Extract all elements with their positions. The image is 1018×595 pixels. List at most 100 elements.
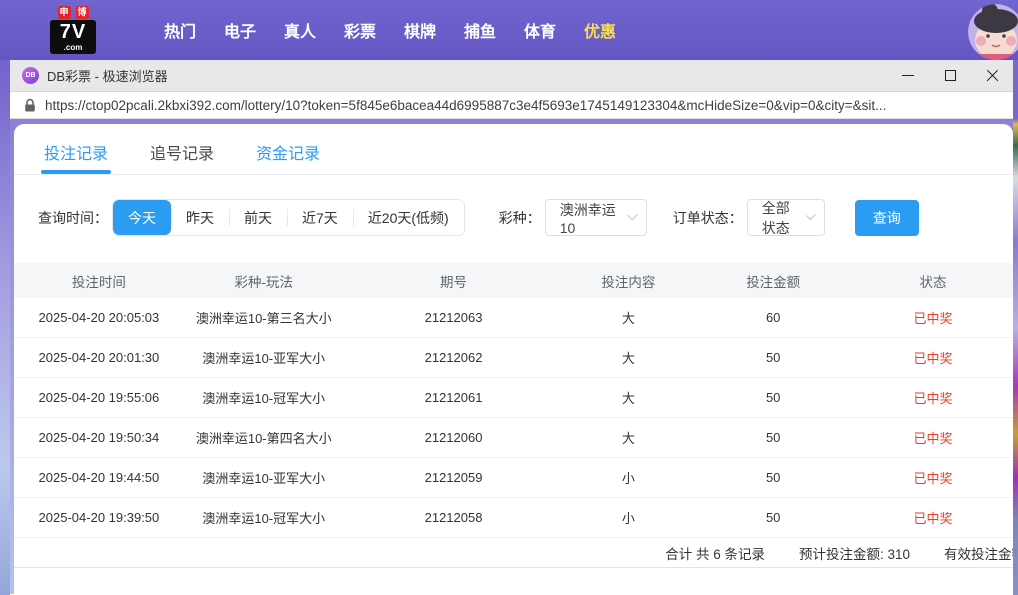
- minimize-button[interactable]: [887, 60, 929, 92]
- cell-game-play: 澳洲幸运10-冠军大小: [202, 511, 326, 526]
- tab-bet-records[interactable]: 投注记录: [40, 140, 112, 174]
- cell-bet-time: 2025-04-20 19:50:34: [38, 430, 160, 445]
- close-icon: [986, 69, 999, 82]
- cell-bet-time: 2025-04-20 19:39:50: [38, 510, 160, 525]
- column-header-3: 投注内容: [601, 274, 656, 290]
- cell-issue-number: 21212060: [424, 430, 483, 445]
- cell-bet-amount: 50: [765, 510, 781, 525]
- cell-game-play: 澳洲幸运10-第四名大小: [195, 431, 332, 446]
- column-header-0: 投注时间: [71, 274, 126, 290]
- lottery-select-value: 澳洲幸运10: [559, 201, 616, 236]
- cell-game-play: 澳洲幸运10-亚军大小: [202, 471, 326, 486]
- tab-fund-records[interactable]: 资金记录: [256, 140, 320, 174]
- order-status-select[interactable]: 全部状态: [746, 199, 825, 236]
- cell-game-play: 澳洲幸运10-第三名大小: [195, 311, 332, 326]
- nav-item-board-games[interactable]: 棋牌: [390, 18, 450, 42]
- cell-bet-time: 2025-04-20 19:44:50: [38, 470, 160, 485]
- time-option-last-20-days[interactable]: 近20天(低频): [352, 200, 464, 235]
- cell-issue-number: 21212062: [424, 350, 483, 365]
- cell-bet-amount: 50: [765, 430, 781, 445]
- nav-item-fishing[interactable]: 捕鱼: [450, 18, 510, 42]
- cell-status: 已中奖: [913, 511, 953, 526]
- records-card: 投注记录 追号记录 资金记录 查询时间： 今天 昨天 前天 近7天 近20天(低频) 彩种：…: [14, 124, 1013, 594]
- time-option-today[interactable]: 今天: [113, 200, 171, 235]
- time-option-yesterday[interactable]: 昨天: [171, 200, 229, 235]
- table-row: 2025-04-20 19:44:50 澳洲幸运10-亚军大小 21212059 小 5…: [14, 458, 1013, 498]
- cell-status: 已中奖: [913, 471, 953, 486]
- maximize-icon: [944, 70, 956, 81]
- background-page-sliver: [1013, 60, 1018, 595]
- cell-bet-time: 2025-04-20 20:01:30: [38, 350, 160, 365]
- browser-app-icon: DB: [22, 67, 39, 84]
- cell-bet-amount: 60: [765, 310, 781, 325]
- cell-bet-amount: 50: [765, 470, 781, 485]
- minimize-icon: [902, 75, 914, 76]
- cell-status: 已中奖: [913, 431, 953, 446]
- column-header-4: 投注金额: [746, 274, 801, 290]
- nav-item-hot[interactable]: 热门: [150, 18, 210, 42]
- cell-bet-time: 2025-04-20 19:55:06: [38, 390, 160, 405]
- cell-issue-number: 21212058: [424, 510, 483, 525]
- cell-bet-content: 大: [621, 311, 635, 326]
- nav-item-slots[interactable]: 电子: [210, 18, 270, 42]
- cell-bet-content: 大: [621, 391, 635, 406]
- logo-main-text: 7V: [59, 21, 87, 43]
- cell-bet-content: 小: [621, 511, 635, 526]
- window-title: DB彩票 - 极速浏览器: [47, 69, 168, 84]
- maximize-button[interactable]: [929, 60, 971, 92]
- time-range-group: 今天 昨天 前天 近7天 近20天(低频): [112, 199, 465, 236]
- tab-chase-records[interactable]: 追号记录: [150, 140, 214, 174]
- logo-block: 7V .com: [50, 20, 96, 54]
- browser-title-bar: DB DB彩票 - 极速浏览器: [10, 60, 1013, 92]
- table-row: 2025-04-20 20:05:03 澳洲幸运10-第三名大小 21212063 大…: [14, 298, 1013, 338]
- site-nav-menu: 热门 电子 真人 彩票 棋牌 捕鱼 体育 优惠: [150, 18, 630, 42]
- cell-status: 已中奖: [913, 391, 953, 406]
- column-header-2: 期号: [440, 274, 468, 290]
- site-navbar: 申 博 7V .com 热门 电子 真人 彩票 棋牌 捕鱼 体育 优惠: [0, 0, 1018, 60]
- table-row: 2025-04-20 19:50:34 澳洲幸运10-第四名大小 21212060 大…: [14, 418, 1013, 458]
- bet-records-table: 投注时间 彩种-玩法 期号 投注内容 投注金额 状态 2025-04-20 20:05:0…: [14, 263, 1013, 568]
- cell-bet-amount: 50: [765, 390, 781, 405]
- chevron-down-icon: [626, 209, 638, 221]
- site-logo[interactable]: 申 博 7V .com: [50, 6, 96, 54]
- table-summary-row: 合计 共 6 条记录 预计投注金额: 310 有效投注金额: [14, 538, 1013, 568]
- cell-bet-content: 小: [621, 471, 635, 486]
- cell-game-play: 澳洲幸运10-冠军大小: [202, 391, 326, 406]
- logo-badges: 申 博: [57, 6, 89, 19]
- summary-total-count: 合计 共 6 条记录: [665, 546, 765, 562]
- nav-item-live[interactable]: 真人: [270, 18, 330, 42]
- column-header-1: 彩种-玩法: [234, 274, 293, 290]
- browser-url-bar: https://ctop02pcali.2kbxi392.com/lottery…: [10, 92, 1013, 119]
- page-viewport: 投注记录 追号记录 资金记录 查询时间： 今天 昨天 前天 近7天 近20天(低频) 彩种：…: [10, 119, 1013, 594]
- lock-icon: [24, 98, 36, 113]
- search-button[interactable]: 查询: [854, 199, 919, 236]
- table-row: 2025-04-20 19:39:50 澳洲幸运10-冠军大小 21212058 小 5…: [14, 498, 1013, 538]
- cell-game-play: 澳洲幸运10-亚军大小: [202, 351, 326, 366]
- time-option-last-7-days[interactable]: 近7天: [287, 200, 353, 235]
- cell-bet-content: 大: [621, 431, 635, 446]
- table-row: 2025-04-20 19:55:06 澳洲幸运10-冠军大小 21212061 大 5…: [14, 378, 1013, 418]
- time-option-day-before[interactable]: 前天: [229, 200, 287, 235]
- url-text[interactable]: https://ctop02pcali.2kbxi392.com/lottery…: [45, 98, 886, 113]
- user-avatar[interactable]: [968, 4, 1018, 60]
- summary-valid-amount: 有效投注金额: [944, 546, 1013, 562]
- nav-item-sports[interactable]: 体育: [510, 18, 570, 42]
- order-status-value: 全部状态: [761, 199, 790, 236]
- browser-window: DB DB彩票 - 极速浏览器 https://ctop02pcali.2kbx…: [10, 60, 1013, 595]
- time-filter-label: 查询时间：: [38, 209, 108, 226]
- chevron-down-icon: [805, 209, 816, 220]
- nav-item-lottery[interactable]: 彩票: [330, 18, 390, 42]
- avatar-illustration: [968, 4, 1018, 60]
- close-button[interactable]: [971, 60, 1013, 92]
- cell-issue-number: 21212063: [424, 310, 483, 325]
- lottery-select[interactable]: 澳洲幸运10: [544, 199, 647, 236]
- logo-sub-text: .com: [63, 43, 83, 52]
- filter-bar: 查询时间： 今天 昨天 前天 近7天 近20天(低频) 彩种： 澳洲幸运10 订单状态：…: [14, 199, 1013, 236]
- nav-item-promotions[interactable]: 优惠: [570, 18, 630, 42]
- column-header-5: 状态: [919, 274, 947, 290]
- cell-issue-number: 21212059: [424, 470, 483, 485]
- cell-status: 已中奖: [913, 311, 953, 326]
- records-tabs: 投注记录 追号记录 资金记录: [14, 124, 1013, 175]
- cell-status: 已中奖: [913, 351, 953, 366]
- table-row: 2025-04-20 20:01:30 澳洲幸运10-亚军大小 21212062 大 5…: [14, 338, 1013, 378]
